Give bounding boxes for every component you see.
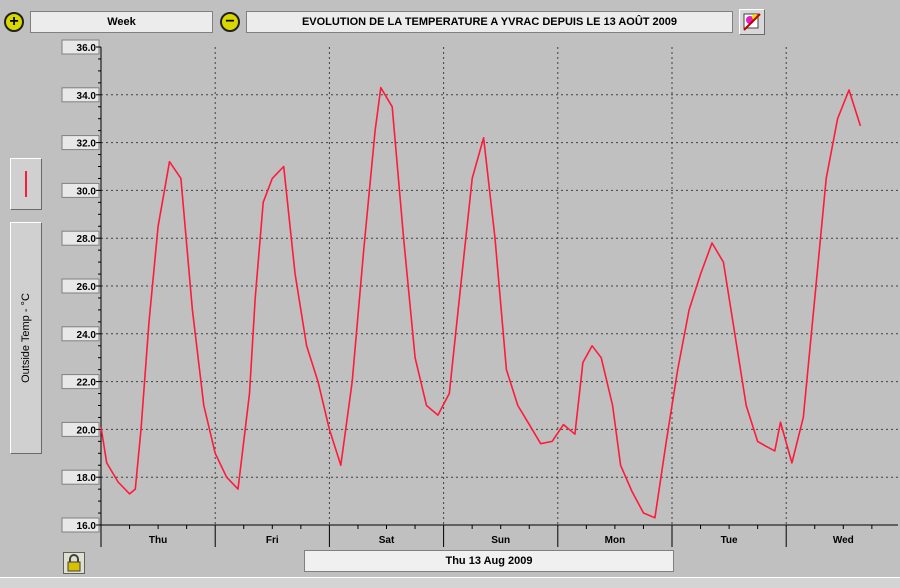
y-tick-label: 26.0 <box>77 282 97 293</box>
y-tick-label: 34.0 <box>77 91 97 102</box>
y-tick-label: 36.0 <box>77 43 97 54</box>
x-tick-label: Sun <box>491 535 510 546</box>
y-tick-label: 16.0 <box>77 521 97 532</box>
x-tick-label: Tue <box>721 535 738 546</box>
y-tick-label: 22.0 <box>77 378 97 389</box>
status-bar <box>0 577 900 588</box>
lock-button[interactable] <box>63 552 85 574</box>
x-tick-label: Sat <box>379 535 395 546</box>
x-tick-label: Fri <box>266 535 279 546</box>
temperature-chart: 16.0 18.0 20.0 22.0 24.0 26.0 28.0 30.0 32.0 34.0… <box>61 39 898 547</box>
lock-icon <box>67 554 81 572</box>
y-tick-label: 24.0 <box>77 330 97 341</box>
date-field[interactable]: Thu 13 Aug 2009 <box>304 550 674 572</box>
date-label: Thu 13 Aug 2009 <box>445 555 533 567</box>
y-tick-label: 32.0 <box>77 139 97 150</box>
y-tick-label: 18.0 <box>77 473 97 484</box>
x-tick-label: Thu <box>149 535 167 546</box>
y-tick-label: 28.0 <box>77 234 97 245</box>
x-tick-label: Mon <box>605 535 626 546</box>
y-tick-label: 30.0 <box>77 186 97 197</box>
x-tick-label: Wed <box>833 535 854 546</box>
y-tick-label: 20.0 <box>77 425 97 436</box>
